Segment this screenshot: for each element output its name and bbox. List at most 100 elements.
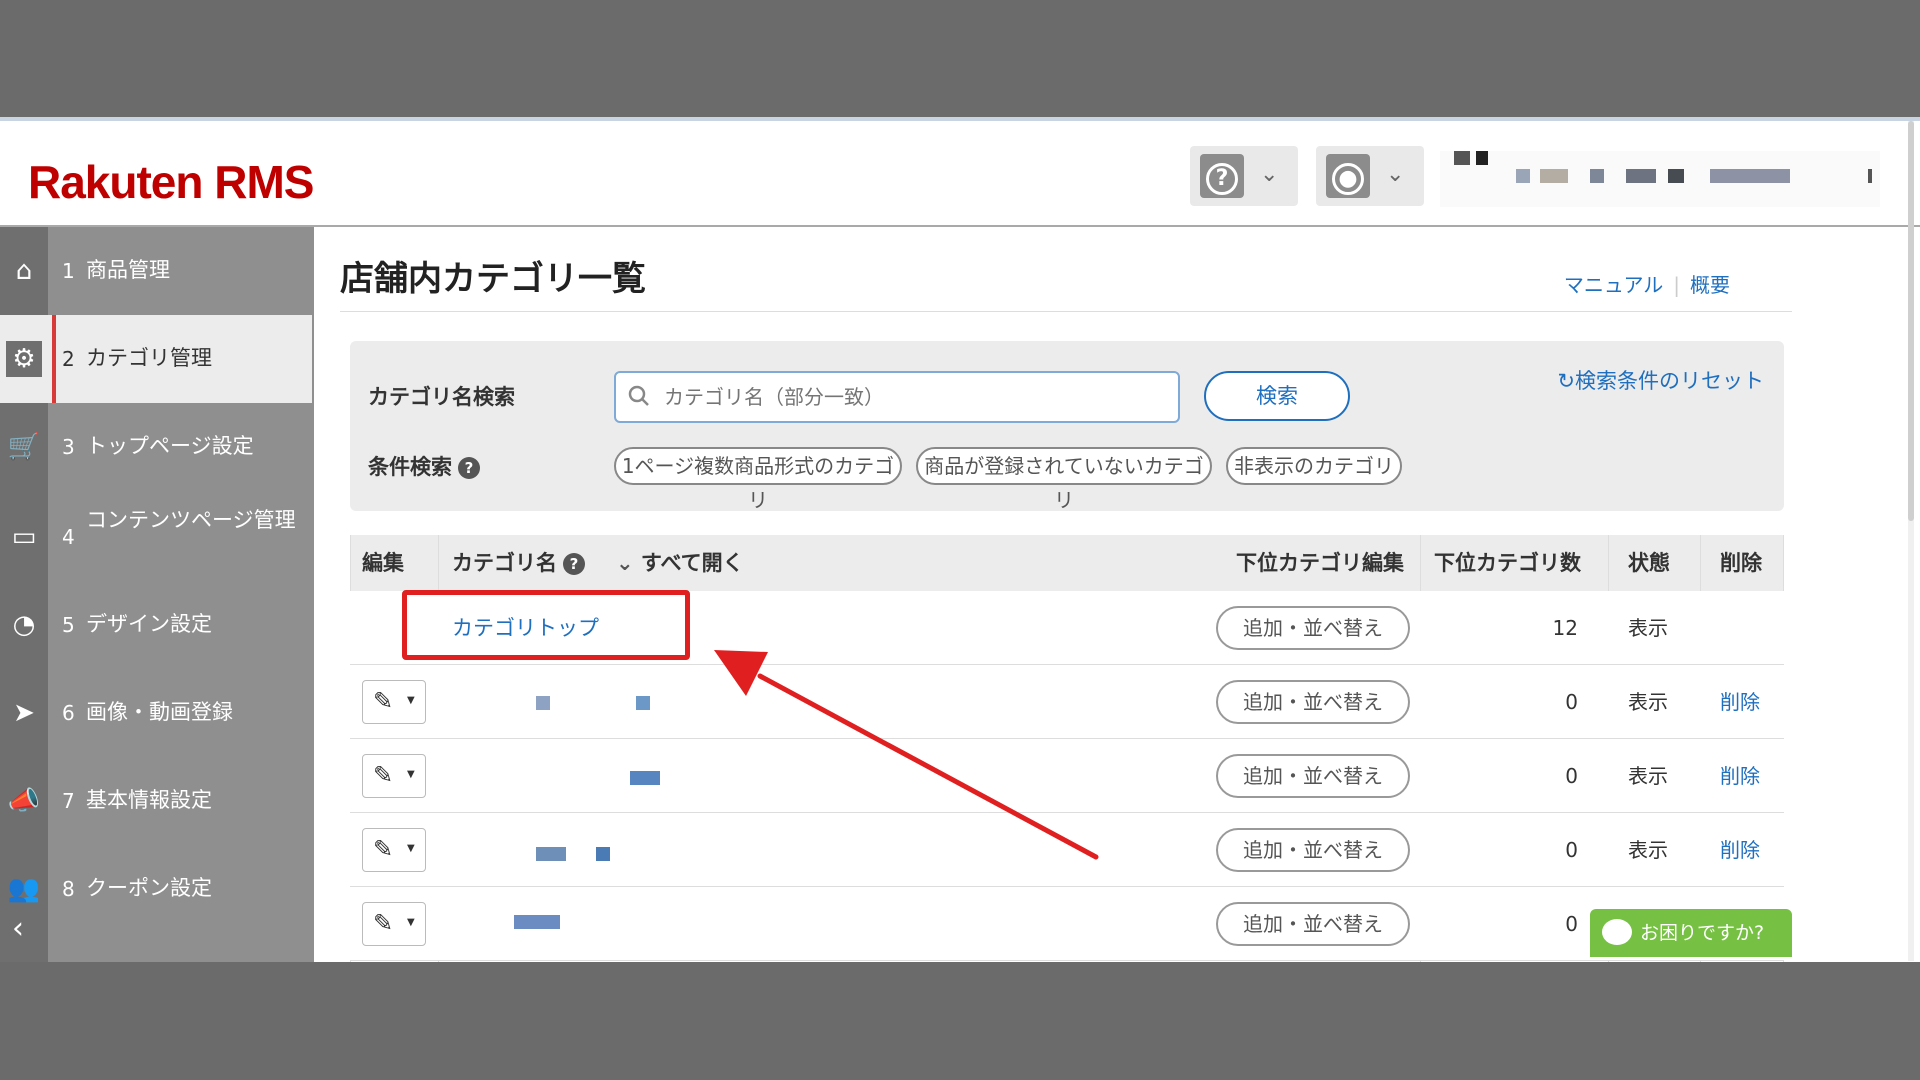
table-row: ✎ ▼ 追加・並べ替え 0 表示 削除 <box>350 887 1784 961</box>
caret-down-icon: ▼ <box>407 917 415 928</box>
expand-all-toggle[interactable]: ⌄ すべて開く <box>616 535 744 591</box>
sub-count: 12 <box>1552 616 1578 640</box>
manual-link[interactable]: マニュアル <box>1554 273 1673 297</box>
col-header-edit: 編集 <box>362 535 404 591</box>
question-icon[interactable]: ? <box>458 457 480 479</box>
sidebar-item-label: カテゴリ管理 <box>86 346 212 370</box>
sidebar-item-label: トップページ設定 <box>86 434 254 458</box>
category-name-blurred[interactable] <box>630 771 670 785</box>
caret-down-icon: ▼ <box>407 843 415 854</box>
page-title: 店舗内カテゴリ一覧 <box>340 259 646 299</box>
table-row: ✎ ▼ 追加・並べ替え 0 表示 削除 <box>350 739 1784 813</box>
add-sort-button[interactable]: 追加・並べ替え <box>1216 902 1410 946</box>
page-scrollbar[interactable] <box>1908 121 1914 961</box>
sidebar-item-coupon[interactable]: 👥 8 クーポン設定 <box>0 845 314 933</box>
search-icon <box>628 385 649 406</box>
edit-button[interactable]: ✎ ▼ <box>362 754 426 798</box>
category-name-blurred[interactable] <box>536 696 656 710</box>
add-sort-button[interactable]: 追加・並べ替え <box>1216 754 1410 798</box>
chevron-down-icon: ⌄ <box>1386 162 1405 187</box>
sidebar-item-label: コンテンツページ管理 <box>86 508 296 532</box>
pie-icon: ◔ <box>12 610 36 640</box>
user-icon: ● <box>1326 154 1370 198</box>
rakuten-rms-logo[interactable]: Rakuten RMS <box>28 155 314 209</box>
sidebar-item-contents[interactable]: ▭ 4 コンテンツページ管理 <box>0 491 314 581</box>
sidebar-item-design[interactable]: ◔ 5 デザイン設定 <box>0 581 314 669</box>
pencil-icon: ✎ <box>373 687 394 715</box>
search-panel: カテゴリ名検索 検索 ↻検索条件のリセット 条件検索? 1ページ複数商品形式のカ… <box>350 341 1784 512</box>
users-icon: 👥 <box>7 874 41 904</box>
store-info-blurred <box>1440 151 1880 207</box>
account-menu-button[interactable]: ● ⌄ <box>1316 146 1424 206</box>
title-divider <box>340 311 1792 312</box>
header-links: マニュアル | 概要 <box>1554 269 1740 298</box>
pencil-icon: ✎ <box>373 835 394 863</box>
chevron-down-icon: ⌄ <box>1260 162 1279 187</box>
caret-down-icon: ▼ <box>407 695 415 706</box>
app-header: Rakuten RMS ? ⌄ ● ⌄ <box>0 121 1920 227</box>
sidebar-item-basic-info[interactable]: 📣 7 基本情報設定 <box>0 757 314 845</box>
sub-count: 0 <box>1565 690 1578 714</box>
sub-count: 0 <box>1565 912 1578 936</box>
state-text: 表示 <box>1628 616 1668 640</box>
sidebar-item-media[interactable]: ➤ 6 画像・動画登録 <box>0 669 314 757</box>
highlight-box <box>402 590 690 660</box>
filter-chip-multi-product[interactable]: 1ページ複数商品形式のカテゴリ <box>614 447 902 512</box>
delete-link[interactable]: 削除 <box>1720 739 1760 813</box>
filter-chip-hidden[interactable]: 非表示のカテゴリ <box>1226 447 1402 485</box>
help-menu-button[interactable]: ? ⌄ <box>1190 146 1298 206</box>
delete-link[interactable]: 削除 <box>1720 813 1760 887</box>
megaphone-icon: 📣 <box>7 786 41 816</box>
edit-button[interactable]: ✎ ▼ <box>362 828 426 872</box>
sidebar-item-toppage[interactable]: 🛒 3 トップページ設定 <box>0 403 314 491</box>
help-icon: ? <box>1200 154 1244 198</box>
state-text: 表示 <box>1628 838 1668 862</box>
reset-conditions-link[interactable]: ↻検索条件のリセット <box>1557 365 1764 395</box>
edit-button[interactable]: ✎ ▼ <box>362 680 426 724</box>
gear-icon: ⚙ <box>6 341 42 377</box>
sidebar-item-label: 画像・動画登録 <box>86 700 233 724</box>
chat-icon: ▭ <box>11 522 37 552</box>
pencil-icon: ✎ <box>373 761 394 789</box>
category-name-blurred[interactable] <box>514 915 564 929</box>
col-header-sub-count: 下位カテゴリ数 <box>1434 535 1581 591</box>
sub-count: 0 <box>1565 838 1578 862</box>
filter-chip-no-products[interactable]: 商品が登録されていないカテゴリ <box>916 447 1212 512</box>
rms-screen: Rakuten RMS ? ⌄ ● ⌄ ⌂ 1 商品管理 ⚙ 2 カテゴリ管理 … <box>0 117 1920 962</box>
col-header-name: カテゴリ名? <box>452 535 585 591</box>
add-sort-button[interactable]: 追加・並べ替え <box>1216 680 1410 724</box>
category-search-input[interactable] <box>614 371 1180 423</box>
cart-icon: 🛒 <box>7 432 41 462</box>
add-sort-button[interactable]: 追加・並べ替え <box>1216 606 1410 650</box>
chevron-down-icon: ⌄ <box>616 551 634 575</box>
sidebar-item-product[interactable]: ⌂ 1 商品管理 <box>0 227 314 315</box>
search-button[interactable]: 検索 <box>1204 371 1350 421</box>
state-text: 表示 <box>1628 764 1668 788</box>
top-background-band <box>0 0 1920 117</box>
refresh-icon: ↻ <box>1557 369 1575 393</box>
edit-button[interactable]: ✎ ▼ <box>362 902 426 946</box>
question-icon[interactable]: ? <box>563 553 585 575</box>
overview-link[interactable]: 概要 <box>1680 273 1740 297</box>
help-chat-button[interactable]: お困りですか? <box>1590 909 1792 957</box>
sidebar-item-label: デザイン設定 <box>86 612 212 636</box>
category-search-label: カテゴリ名検索 <box>368 385 515 409</box>
col-header-sub-edit: 下位カテゴリ編集 <box>1236 535 1404 591</box>
home-icon: ⌂ <box>15 256 33 286</box>
delete-link[interactable]: 削除 <box>1720 665 1760 739</box>
add-sort-button[interactable]: 追加・並べ替え <box>1216 828 1410 872</box>
table-row: ✎ ▼ 追加・並べ替え 0 表示 削除 <box>350 665 1784 739</box>
col-header-state: 状態 <box>1628 535 1670 591</box>
active-indicator <box>52 315 56 403</box>
category-name-blurred[interactable] <box>536 847 616 861</box>
sidebar-item-category[interactable]: ⚙ 2 カテゴリ管理 <box>0 315 312 403</box>
sidebar-item-label: 基本情報設定 <box>86 788 212 812</box>
col-header-delete: 削除 <box>1720 535 1762 591</box>
speech-bubble-icon <box>1602 919 1632 945</box>
sidebar-item-label: 商品管理 <box>86 258 170 282</box>
sub-count: 0 <box>1565 764 1578 788</box>
state-text: 表示 <box>1628 690 1668 714</box>
pencil-icon: ✎ <box>373 909 394 937</box>
sidebar-collapse-icon[interactable]: ‹ <box>12 911 24 946</box>
bottom-background-band <box>0 962 1920 1080</box>
